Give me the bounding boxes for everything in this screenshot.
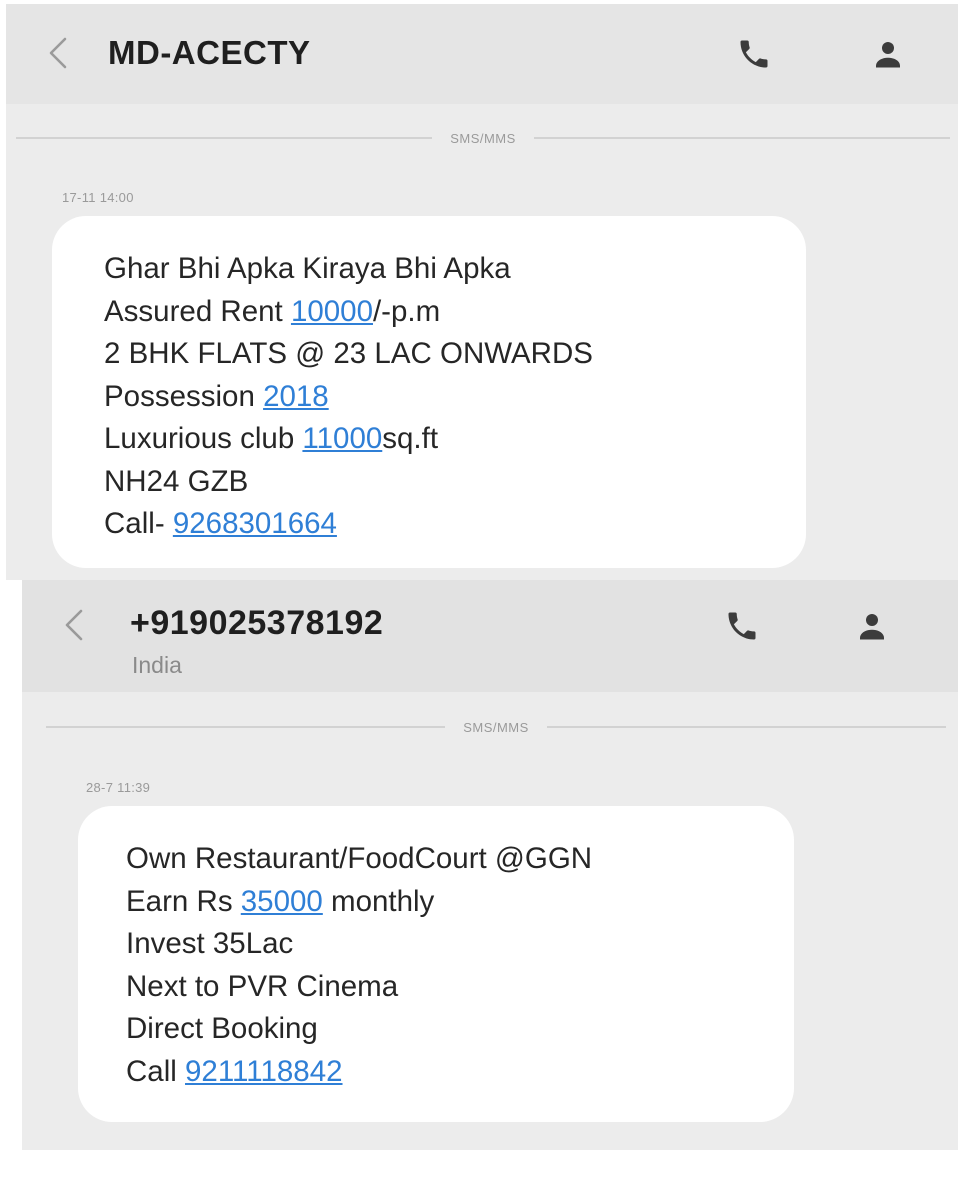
message-line: Call 9211118842 xyxy=(126,1054,343,1088)
message-line: Next to PVR Cinema xyxy=(126,969,399,1003)
message-line: Ghar Bhi Apka Kiraya Bhi Apka xyxy=(104,252,511,285)
back-button[interactable] xyxy=(38,30,78,80)
message-line: Direct Booking xyxy=(126,1012,318,1045)
phone-icon xyxy=(736,36,772,77)
separator-label: SMS/MMS xyxy=(463,719,529,735)
message-line: Earn Rs 35000 monthly xyxy=(126,884,435,918)
chevron-left-icon xyxy=(47,36,69,75)
earning-amount-link[interactable]: 35000 xyxy=(241,885,323,918)
message-line: 2 BHK FLATS @ 23 LAC ONWARDS xyxy=(104,337,593,370)
year-link[interactable]: 2018 xyxy=(263,380,329,413)
area-link[interactable]: 11000 xyxy=(302,422,382,455)
message-timestamp: 28-7 11:39 xyxy=(86,780,151,795)
contact-title[interactable]: +919025378192 xyxy=(130,604,383,643)
message-type-separator: SMS/MMS xyxy=(46,717,946,737)
contact-button[interactable] xyxy=(848,604,896,652)
call-button[interactable] xyxy=(730,32,778,80)
message-line: NH24 GZB xyxy=(104,464,249,498)
message-timestamp: 17-11 14:00 xyxy=(62,190,134,205)
message-line: Possession 2018 xyxy=(104,379,329,413)
contact-button[interactable] xyxy=(864,32,912,80)
message-line: Luxurious club 11000sq.ft xyxy=(104,422,439,455)
message-line: Invest 35Lac xyxy=(126,927,294,960)
message-bubble[interactable]: Ghar Bhi Apka Kiraya Bhi Apka Assured Re… xyxy=(52,216,806,568)
message-bubble[interactable]: Own Restaurant/FoodCourt @GGN Earn Rs 35… xyxy=(78,806,794,1122)
conversation-header: +919025378192 India xyxy=(22,580,958,692)
call-button[interactable] xyxy=(718,604,766,652)
conversation-screenshot-2: +919025378192 India SMS/MMS 28-7 11:39 O… xyxy=(22,580,958,1150)
message-line: Assured Rent 10000/-p.m xyxy=(104,294,441,328)
phone-number-link[interactable]: 9268301664 xyxy=(173,507,337,540)
separator-label: SMS/MMS xyxy=(450,130,516,146)
person-icon xyxy=(870,36,906,77)
chevron-left-icon xyxy=(63,608,85,647)
contact-title[interactable]: MD-ACECTY xyxy=(108,34,310,72)
conversation-screenshot-1: MD-ACECTY SMS/MMS 17-11 14:00 Ghar Bhi A… xyxy=(6,4,958,580)
conversation-header: MD-ACECTY xyxy=(6,4,958,104)
phone-number-link[interactable]: 9211118842 xyxy=(185,1055,343,1088)
message-line: Own Restaurant/FoodCourt @GGN xyxy=(126,842,593,875)
message-type-separator: SMS/MMS xyxy=(16,128,950,148)
phone-icon xyxy=(724,608,760,649)
rent-amount-link[interactable]: 10000 xyxy=(291,295,373,328)
contact-country: India xyxy=(132,652,182,678)
message-line: Call- 9268301664 xyxy=(104,507,337,540)
back-button[interactable] xyxy=(54,602,94,652)
person-icon xyxy=(854,608,890,649)
